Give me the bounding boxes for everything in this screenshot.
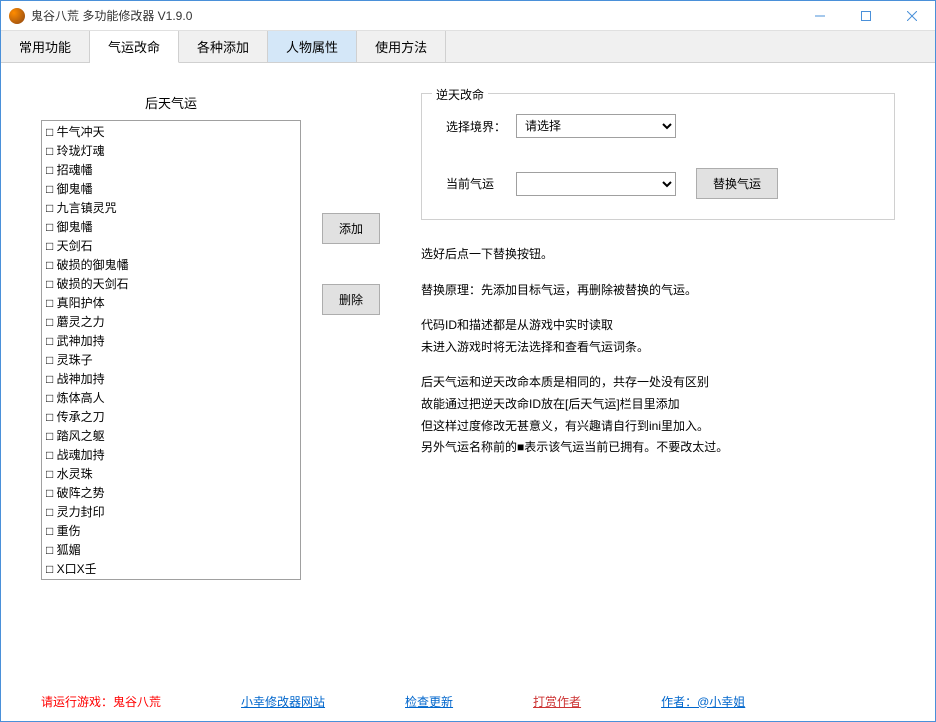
minimize-icon [815, 11, 825, 21]
list-item[interactable]: □ 重伤 [46, 522, 296, 541]
list-item[interactable]: □ 灵珠子 [46, 351, 296, 370]
list-item[interactable]: □ 炼体高人 [46, 389, 296, 408]
list-item[interactable]: □ 武神加持 [46, 332, 296, 351]
current-label: 当前气运 [446, 175, 516, 192]
maximize-button[interactable] [843, 1, 889, 31]
list-item[interactable]: □ 水灵珠 [46, 465, 296, 484]
update-link[interactable]: 检查更新 [405, 693, 453, 710]
instruction-line: 替换原理：先添加目标气运，再删除被替换的气运。 [421, 280, 895, 302]
middle-column: 添加 删除 [301, 93, 401, 671]
content-area: 后天气运 □ 牛气冲天 □ 玲珑灯魂 □ 招魂幡 □ 御鬼幡 □ 九言镇灵咒 □… [1, 63, 935, 681]
list-item[interactable]: □ 狐媚 [46, 541, 296, 560]
list-item[interactable]: □ 战神加持 [46, 370, 296, 389]
fieldset-legend: 逆天改命 [432, 86, 488, 103]
website-link[interactable]: 小幸修改器网站 [241, 693, 325, 710]
list-item[interactable]: □ 招魂幡 [46, 161, 296, 180]
instruction-line: 代码ID和描述都是从游戏中实时读取 未进入游戏时将无法选择和查看气运词条。 [421, 315, 895, 358]
tab-attributes[interactable]: 人物属性 [268, 31, 357, 62]
footer: 请运行游戏：鬼谷八荒 小幸修改器网站 检查更新 打赏作者 作者：@小幸姐 [1, 681, 935, 721]
minimize-button[interactable] [797, 1, 843, 31]
tab-common[interactable]: 常用功能 [1, 31, 90, 62]
list-item[interactable]: □ 玲珑灯魂 [46, 142, 296, 161]
current-select[interactable] [516, 172, 676, 196]
author-link[interactable]: 作者：@小幸姐 [661, 693, 745, 710]
add-button[interactable]: 添加 [322, 213, 380, 244]
list-item[interactable]: □ 灵力封印 [46, 503, 296, 522]
donate-link[interactable]: 打赏作者 [533, 693, 581, 710]
list-item[interactable]: □ 破损的天剑石 [46, 275, 296, 294]
game-status: 请运行游戏：鬼谷八荒 [41, 693, 161, 710]
tab-add[interactable]: 各种添加 [179, 31, 268, 62]
realm-label: 选择境界： [446, 118, 516, 135]
tab-help[interactable]: 使用方法 [357, 31, 446, 62]
replace-button[interactable]: 替换气运 [696, 168, 778, 199]
list-item[interactable]: □ X口X壬 [46, 560, 296, 579]
current-row: 当前气运 替换气运 [446, 168, 870, 199]
list-item[interactable]: □ 破阵之势 [46, 484, 296, 503]
maximize-icon [861, 11, 871, 21]
instruction-line: 后天气运和逆天改命本质是相同的，共存一处没有区别 故能通过把逆天改命ID放在[后… [421, 372, 895, 458]
window-title: 鬼谷八荒 多功能修改器 V1.9.0 [31, 7, 797, 24]
remove-button[interactable]: 删除 [322, 284, 380, 315]
fate-fieldset: 逆天改命 选择境界： 请选择 当前气运 替换气运 [421, 93, 895, 220]
instruction-line: 选好后点一下替换按钮。 [421, 244, 895, 266]
list-item[interactable]: □ 天剑石 [46, 237, 296, 256]
app-window: 鬼谷八荒 多功能修改器 V1.9.0 常用功能 气运改命 各种添加 人物属性 使… [0, 0, 936, 722]
right-column: 逆天改命 选择境界： 请选择 当前气运 替换气运 [401, 93, 895, 671]
list-item[interactable]: □ 牛气冲天 [46, 123, 296, 142]
close-icon [907, 11, 917, 21]
tab-bar: 常用功能 气运改命 各种添加 人物属性 使用方法 [1, 31, 935, 63]
list-item[interactable]: □ 真阳护体 [46, 294, 296, 313]
close-button[interactable] [889, 1, 935, 31]
luck-listbox[interactable]: □ 牛气冲天 □ 玲珑灯魂 □ 招魂幡 □ 御鬼幡 □ 九言镇灵咒 □ 御鬼幡 … [41, 120, 301, 580]
realm-row: 选择境界： 请选择 [446, 114, 870, 138]
app-icon [9, 8, 25, 24]
list-item[interactable]: □ 传承之刀 [46, 408, 296, 427]
list-item[interactable]: □ 破损的御鬼幡 [46, 256, 296, 275]
list-item[interactable]: □ 蘑灵之力 [46, 313, 296, 332]
list-item[interactable]: □ 九言镇灵咒 [46, 199, 296, 218]
titlebar: 鬼谷八荒 多功能修改器 V1.9.0 [1, 1, 935, 31]
list-item[interactable]: □ 踏风之躯 [46, 427, 296, 446]
realm-select[interactable]: 请选择 [516, 114, 676, 138]
instructions: 选好后点一下替换按钮。 替换原理：先添加目标气运，再删除被替换的气运。 代码ID… [421, 244, 895, 459]
list-item[interactable]: □ 战魂加持 [46, 446, 296, 465]
left-column: 后天气运 □ 牛气冲天 □ 玲珑灯魂 □ 招魂幡 □ 御鬼幡 □ 九言镇灵咒 □… [41, 93, 301, 671]
window-controls [797, 1, 935, 30]
list-title: 后天气运 [41, 93, 301, 112]
list-item[interactable]: □ 御鬼幡 [46, 180, 296, 199]
list-item[interactable]: □ 御鬼幡 [46, 218, 296, 237]
tab-luck[interactable]: 气运改命 [90, 31, 179, 63]
